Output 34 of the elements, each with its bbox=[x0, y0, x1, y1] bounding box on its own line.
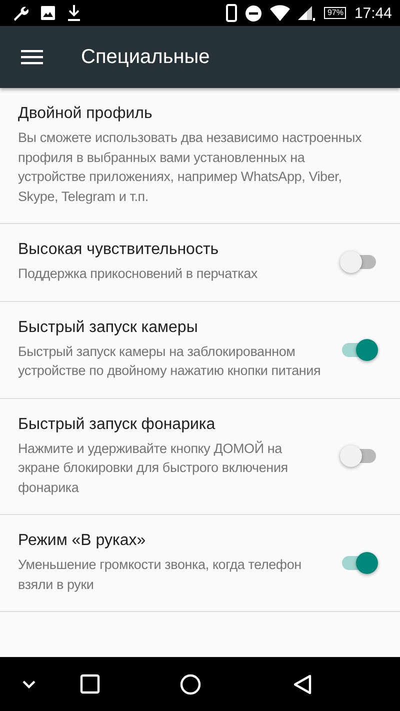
battery-indicator: 97% bbox=[324, 7, 346, 19]
back-icon[interactable] bbox=[293, 674, 312, 694]
setting-title: Быстрый запуск камеры bbox=[18, 318, 199, 336]
setting-title: Двойной профиль bbox=[18, 105, 154, 123]
setting-item[interactable]: Быстрый запуск камеры Быстрый запуск камеры на заблокированном устройстве по двойному нажатию кнопки питания bbox=[0, 302, 400, 398]
setting-title: Режим «В руках» bbox=[18, 532, 147, 550]
image-icon bbox=[40, 5, 56, 21]
setting-summary: Поддержка прикосновений в перчатках bbox=[18, 265, 258, 283]
clock: 17:44 bbox=[354, 4, 392, 22]
signal-icon bbox=[298, 5, 316, 21]
setting-title: Быстрый запуск фонарика bbox=[18, 416, 216, 434]
setting-item[interactable]: Режим «В руках» Уменьшение громкости звонка, когда телефон взяли в руки bbox=[0, 515, 400, 612]
chevron-down-icon[interactable] bbox=[22, 680, 36, 688]
wrench-icon bbox=[11, 4, 29, 22]
toggle-switch[interactable] bbox=[340, 445, 378, 468]
toggle-switch[interactable] bbox=[340, 552, 378, 574]
screen-title: Специальные bbox=[81, 46, 210, 68]
menu-icon[interactable] bbox=[21, 49, 43, 65]
do-not-disturb-icon bbox=[245, 4, 262, 22]
setting-summary: Нажмите и удерживайте кнопку ДОМОЙ на экране блокировки для быстрого включения фонарика bbox=[18, 440, 289, 497]
setting-summary: Уменьшение громкости звонка, когда телефон взяли в руки bbox=[18, 556, 302, 594]
toggle-switch[interactable] bbox=[340, 251, 378, 274]
setting-item[interactable]: Быстрый запуск фонарика Нажмите и удерживайте кнопку ДОМОЙ на экране блокировки для быстрого включения фонарика bbox=[0, 398, 400, 515]
toggle-switch[interactable] bbox=[340, 338, 378, 360]
home-icon[interactable] bbox=[180, 674, 201, 694]
download-icon bbox=[67, 4, 81, 22]
setting-item[interactable]: Высокая чувствительность Поддержка прикосновений в перчатках bbox=[0, 224, 400, 302]
setting-title: Высокая чувствительность bbox=[18, 241, 220, 259]
setting-item[interactable]: Двойной профиль Вы сможете использовать два независимо настроенных профиля в выбранных вами установленных на устройстве приложениях, например WhatsApp, Viber, Skype, Telegram и т.п. bbox=[0, 88, 400, 224]
phone-icon bbox=[226, 4, 238, 22]
setting-summary: Вы сможете использовать два независимо настроенных профиля в выбранных вами установленных на устройстве приложениях, например WhatsApp, Viber, Skype, Telegram и т.п. bbox=[18, 129, 363, 206]
recents-icon[interactable] bbox=[80, 674, 100, 694]
wifi-icon bbox=[270, 5, 290, 21]
setting-summary: Быстрый запуск камеры на заблокированном устройстве по двойному нажатию кнопки питания bbox=[18, 342, 322, 380]
